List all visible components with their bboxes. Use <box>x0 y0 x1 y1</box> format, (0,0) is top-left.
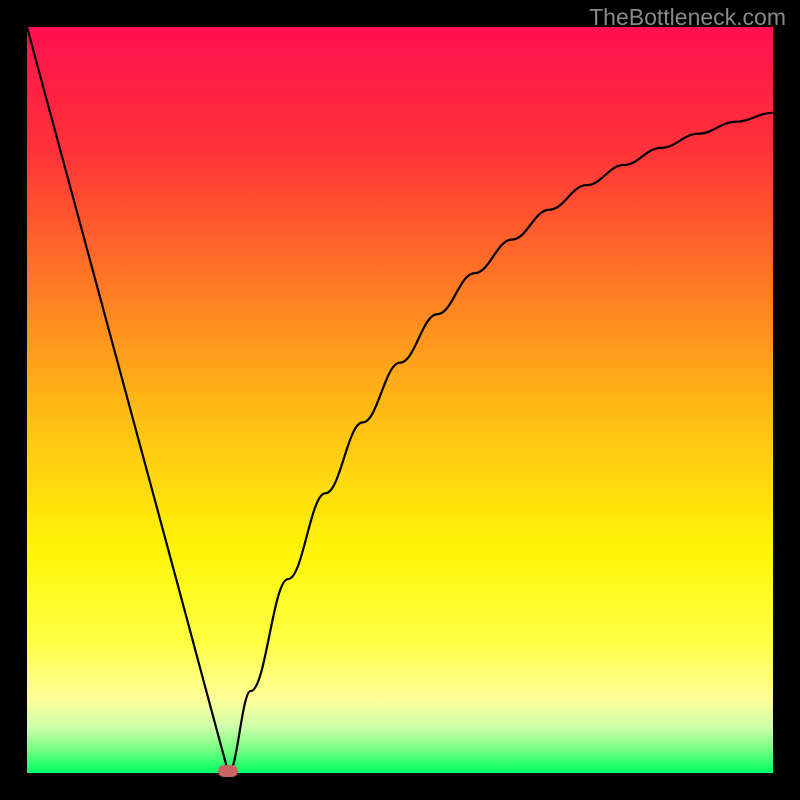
bottleneck-curve <box>27 27 773 773</box>
watermark-text: TheBottleneck.com <box>589 4 786 31</box>
optimal-point-marker <box>218 765 238 777</box>
chart-area <box>27 27 773 773</box>
